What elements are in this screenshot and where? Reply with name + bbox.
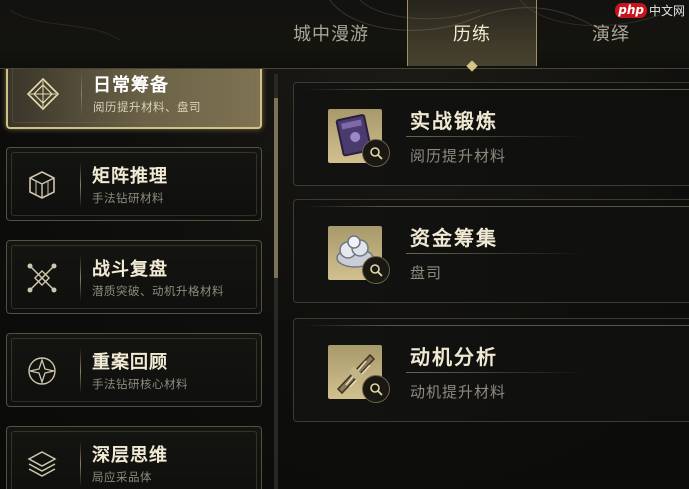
tab-label: 演绎 xyxy=(592,24,630,45)
top-tab-bar: 城中漫游 历练 演绎 php 中文网 xyxy=(0,0,689,69)
category-title: 深层思维 xyxy=(92,445,168,466)
activity-item-motive-analysis[interactable]: 动机分析 动机提升材料 xyxy=(293,318,689,422)
activity-item-combat-training[interactable]: 实战锻炼 阅历提升材料 xyxy=(293,82,689,186)
item-name: 资金筹集 xyxy=(410,226,498,250)
item-border-line xyxy=(304,206,689,207)
watermark-text: 中文网 xyxy=(648,3,685,18)
sidebar-scrollbar[interactable] xyxy=(274,74,278,489)
tab-training[interactable]: 历练 xyxy=(407,0,537,66)
scrollbar-thumb[interactable] xyxy=(274,98,278,278)
category-deep-thinking[interactable]: 深层思维 局应采品体 xyxy=(6,426,262,489)
tab-label: 历练 xyxy=(453,24,491,45)
category-title: 矩阵推理 xyxy=(92,166,168,187)
watermark-badge: php xyxy=(615,2,647,18)
category-title: 战斗复盘 xyxy=(92,259,168,280)
category-subtitle: 手法钻研核心材料 xyxy=(92,377,188,391)
card-divider xyxy=(80,348,81,394)
inspect-button[interactable] xyxy=(362,375,390,403)
category-title: 重案回顾 xyxy=(92,352,168,373)
magnifier-icon xyxy=(370,383,383,396)
category-sidebar: 日常筹备 阅历提升材料、盘司 矩阵推理 手法钻研材料 战斗复盘 潜质突破、动机升… xyxy=(0,69,283,489)
category-subtitle: 手法钻研材料 xyxy=(92,191,164,205)
watermark-logo: php 中文网 xyxy=(611,0,689,20)
category-matrix-reasoning[interactable]: 矩阵推理 手法钻研材料 xyxy=(6,147,262,221)
star-swirl-icon xyxy=(28,357,56,385)
item-description: 阅历提升材料 xyxy=(410,147,507,165)
item-underline xyxy=(406,372,586,373)
category-daily-prep[interactable]: 日常筹备 阅历提升材料、盘司 xyxy=(6,69,262,129)
cube-matrix-icon xyxy=(29,171,55,199)
layers-icon xyxy=(27,451,57,477)
category-subtitle: 局应采品体 xyxy=(92,470,152,484)
card-divider xyxy=(81,71,82,117)
category-title: 日常筹备 xyxy=(93,75,169,96)
item-border-line xyxy=(304,89,689,90)
tab-city-roam[interactable]: 城中漫游 xyxy=(267,0,395,66)
inspect-button[interactable] xyxy=(362,139,390,167)
category-case-review[interactable]: 重案回顾 手法钻研核心材料 xyxy=(6,333,262,407)
magnifier-icon xyxy=(370,264,383,277)
category-subtitle: 阅历提升材料、盘司 xyxy=(93,100,201,114)
inspect-button[interactable] xyxy=(362,256,390,284)
item-underline xyxy=(406,253,586,254)
category-battle-review[interactable]: 战斗复盘 潜质突破、动机升格材料 xyxy=(6,240,262,314)
card-divider xyxy=(80,255,81,301)
category-subtitle: 潜质突破、动机升格材料 xyxy=(92,284,224,298)
magnifier-icon xyxy=(370,147,383,160)
item-border-line xyxy=(304,325,689,326)
item-description: 盘司 xyxy=(410,264,443,282)
game-screen: 城中漫游 历练 演绎 php 中文网 日常筹备 阅历提升材料、盘司 矩阵推理 手… xyxy=(0,0,689,489)
card-divider xyxy=(80,441,81,487)
item-description: 动机提升材料 xyxy=(410,383,507,401)
card-divider xyxy=(80,162,81,208)
crossed-nodes-icon xyxy=(27,263,57,293)
item-underline xyxy=(406,136,586,137)
item-name: 动机分析 xyxy=(410,345,498,369)
tab-label: 城中漫游 xyxy=(293,24,369,45)
item-name: 实战锻炼 xyxy=(410,109,498,133)
diamond-compass-icon xyxy=(26,77,60,111)
activity-item-fund-raising[interactable]: 资金筹集 盘司 xyxy=(293,199,689,303)
